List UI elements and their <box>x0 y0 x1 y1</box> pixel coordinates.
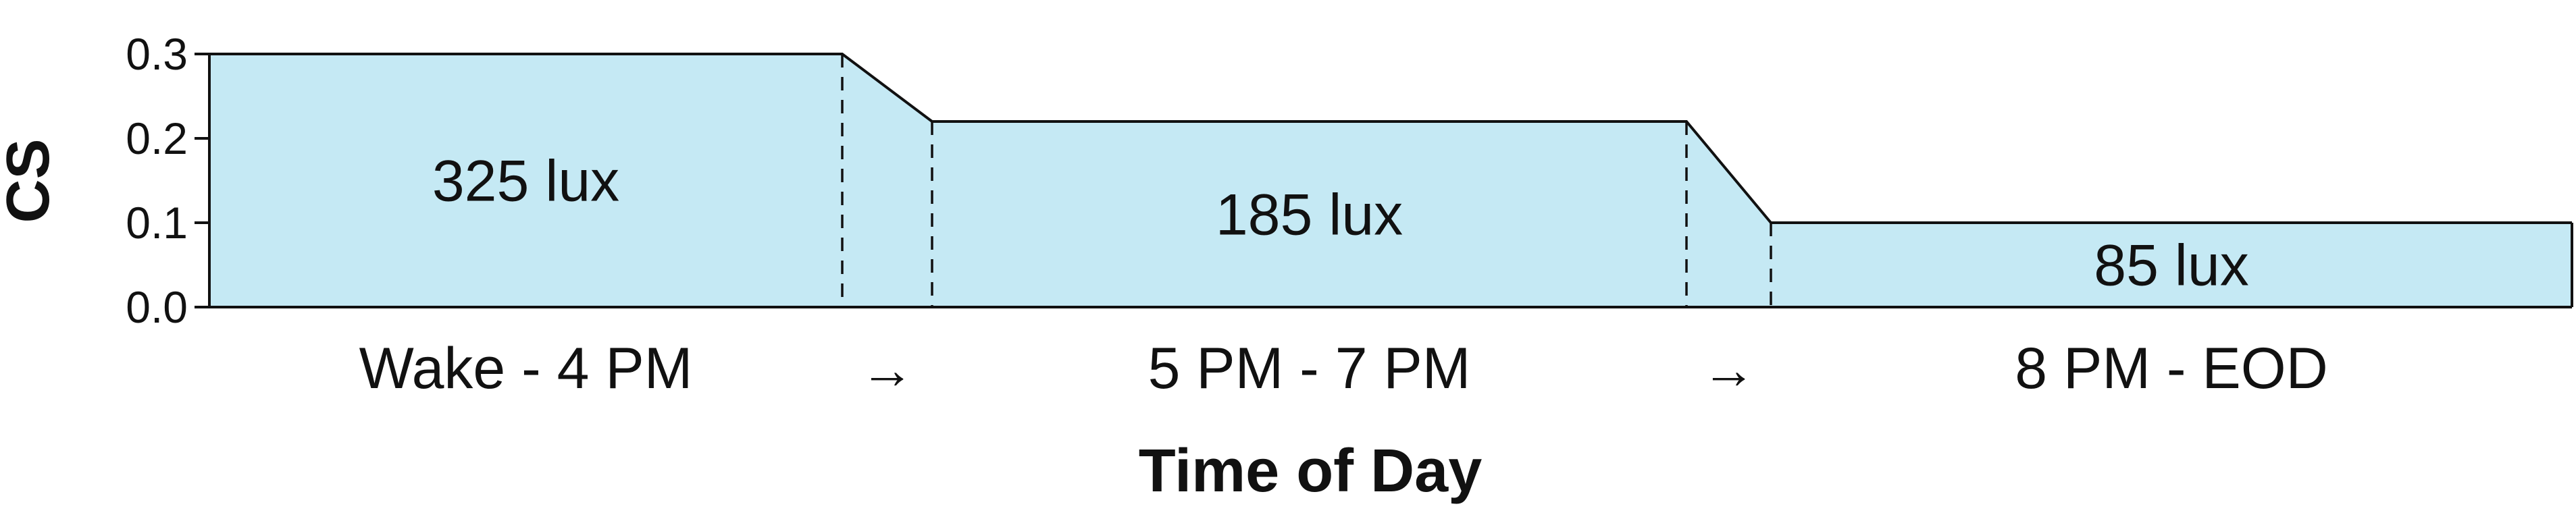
y-tick-label: 0.0 <box>126 282 188 332</box>
chart-svg: 0.0 0.1 0.2 0.3 325 lux Wake - 4 PM 185 lux 5 … <box>0 29 2573 505</box>
region-lux-label: 85 lux <box>2094 234 2249 298</box>
y-tick-label: 0.3 <box>126 29 188 79</box>
x-category-label: 8 PM - EOD <box>2015 336 2328 401</box>
region-lux-label: 185 lux <box>1216 183 1403 248</box>
cs-time-of-day-chart: 0.0 0.1 0.2 0.3 325 lux Wake - 4 PM 185 lux 5 … <box>0 0 2576 514</box>
transition-arrow: → <box>860 339 915 400</box>
x-axis-title: Time of Day <box>1139 437 1483 505</box>
y-axis-title: CS <box>0 138 62 223</box>
y-axis: 0.0 0.1 0.2 0.3 <box>126 29 211 332</box>
y-tick-label: 0.2 <box>126 113 188 163</box>
y-tick-label: 0.1 <box>126 198 188 248</box>
region-lux-label: 325 lux <box>432 149 619 214</box>
x-category-label: 5 PM - 7 PM <box>1148 336 1471 401</box>
transition-arrow: → <box>1702 339 1756 400</box>
x-category-label: Wake - 4 PM <box>359 336 693 401</box>
